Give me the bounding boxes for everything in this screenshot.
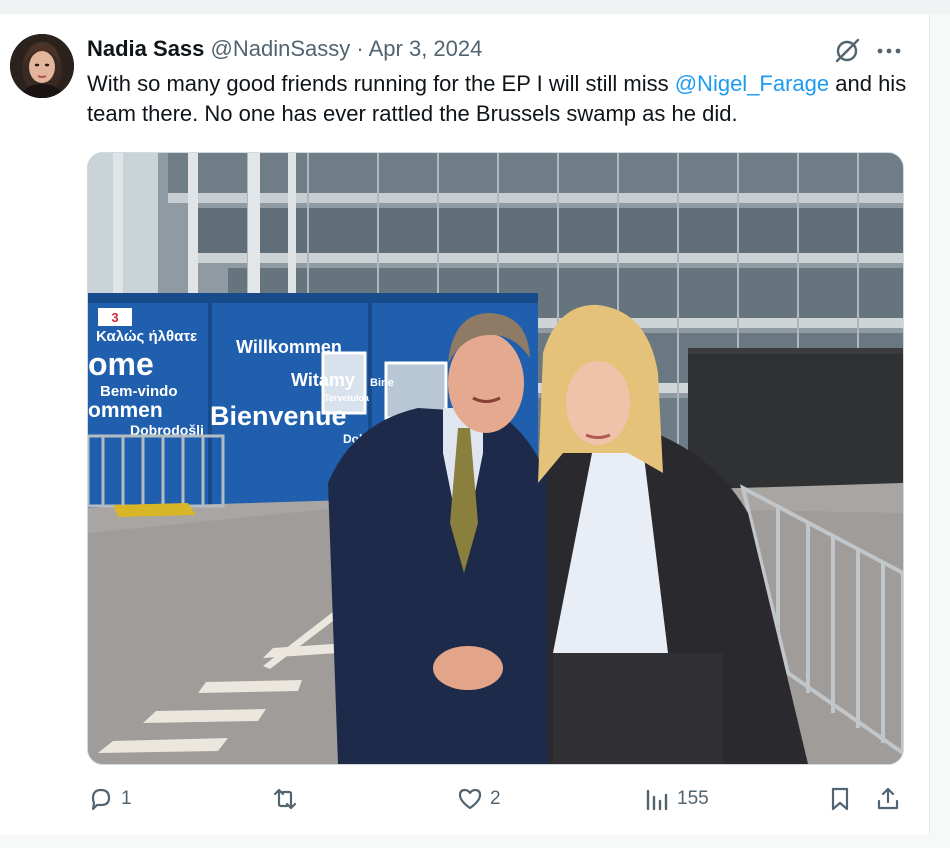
bookmark-icon (831, 787, 849, 811)
heart-icon (458, 788, 482, 810)
separator: · (356, 36, 364, 61)
sign-bine: Bine (370, 377, 394, 389)
post-date[interactable]: Apr 3, 2024 (369, 36, 483, 61)
tweet-text: With so many good friends running for th… (87, 69, 907, 129)
like-count: 2 (490, 788, 501, 809)
bookmark-button[interactable] (826, 779, 854, 819)
views-icon (646, 789, 668, 811)
repost-icon (273, 788, 297, 810)
reply-count: 1 (121, 788, 132, 809)
repost-button[interactable] (270, 779, 306, 819)
tweet-header: Nadia Sass @NadinSassy · Apr 3, 2024 (87, 34, 482, 64)
more-icon[interactable] (872, 36, 906, 66)
tweet-photo[interactable]: 3 Καλώς ήλθατε ome Bem-vindo ommen Dobro… (87, 152, 904, 765)
sign-willkommen: Willkommen (236, 337, 342, 357)
sign-witamy: Witamy (291, 370, 355, 390)
top-strip (0, 0, 950, 14)
sign-bemvindo: Bem-vindo (100, 383, 178, 400)
action-bar: 1 2 155 (0, 779, 929, 819)
mention-link[interactable]: @Nigel_Farage (675, 71, 829, 96)
avatar[interactable] (10, 34, 74, 98)
like-button[interactable]: 2 (456, 779, 501, 819)
sign-ome: ome (88, 346, 154, 382)
container-number: 3 (111, 310, 118, 325)
tweet-card[interactable]: Nadia Sass @NadinSassy · Apr 3, 2024 Wit… (0, 14, 930, 834)
tweet-text-part-1: With so many good friends running for th… (87, 71, 675, 96)
sign-greek: Καλώς ήλθατε (96, 328, 197, 345)
views-count: 155 (677, 788, 709, 809)
reply-icon (91, 788, 111, 811)
views-button[interactable]: 155 (643, 779, 709, 819)
sign-bienvenue: Bienvenue (210, 401, 347, 431)
sign-ommen: ommen (88, 399, 163, 422)
share-button[interactable] (874, 779, 902, 819)
author-handle[interactable]: @NadinSassy (211, 36, 351, 61)
grok-icon[interactable] (832, 36, 862, 66)
reply-button[interactable]: 1 (87, 779, 132, 819)
author-name[interactable]: Nadia Sass (87, 36, 204, 61)
share-icon (877, 787, 899, 810)
